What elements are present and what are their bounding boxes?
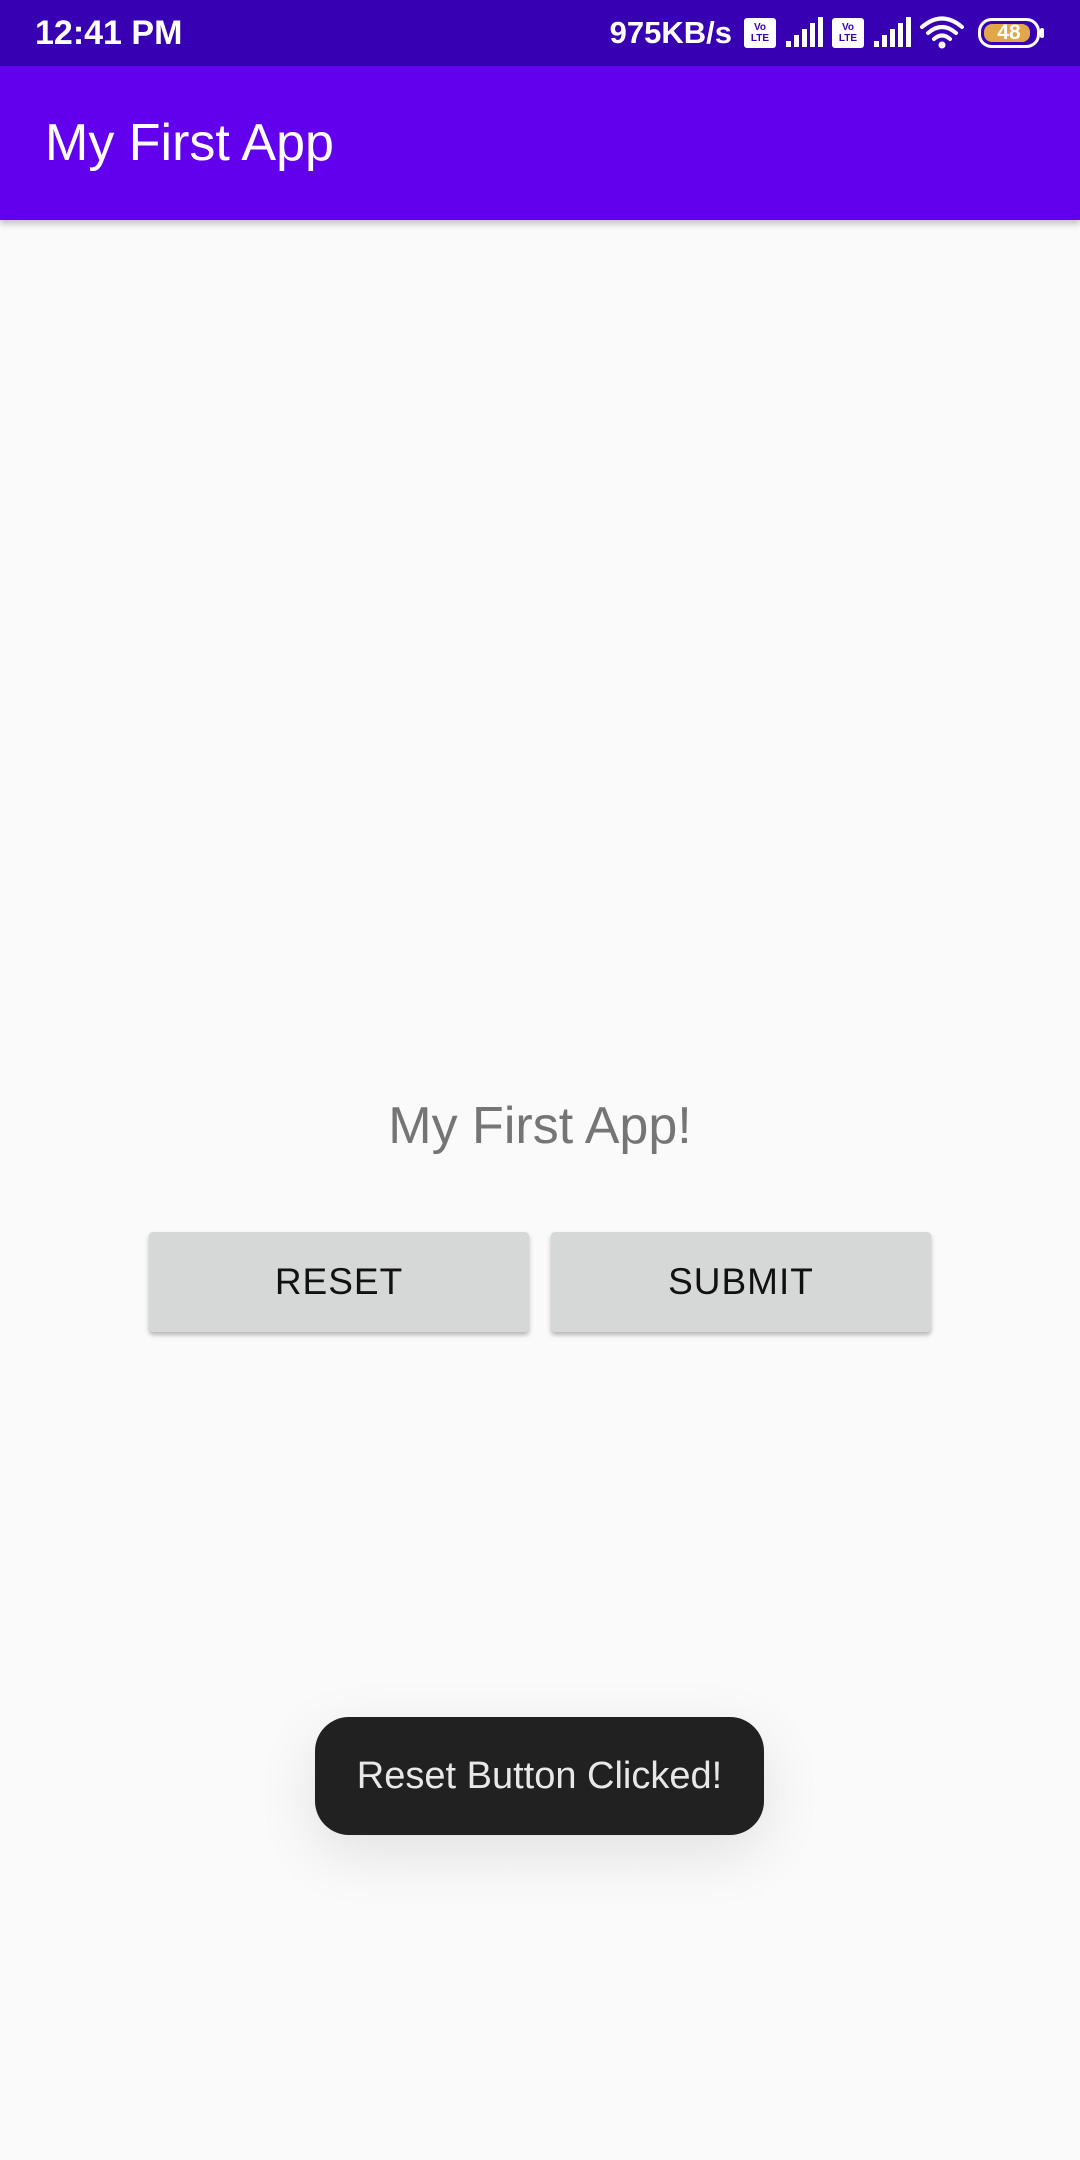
reset-button[interactable]: RESET [149, 1232, 529, 1332]
volte-icon: Vo LTE [832, 18, 864, 48]
volte-bottom-label: LTE [750, 33, 770, 44]
submit-button[interactable]: SUBMIT [551, 1232, 931, 1332]
signal-icon [872, 17, 912, 49]
status-bar: 12:41 PM 975KB/s Vo LTE Vo LTE 48 [0, 0, 1080, 66]
app-bar: My First App [0, 66, 1080, 220]
app-title: My First App [45, 114, 334, 172]
signal-icon [784, 17, 824, 49]
network-speed: 975KB/s [609, 15, 732, 50]
status-icons: 975KB/s Vo LTE Vo LTE 48 [610, 0, 1046, 66]
wifi-icon [920, 16, 964, 50]
volte-top-label: Vo [841, 22, 855, 33]
main-text: My First App! [388, 1097, 692, 1155]
battery-level: 48 [997, 21, 1021, 44]
volte-bottom-label: LTE [838, 33, 858, 44]
toast-message: Reset Button Clicked! [315, 1717, 764, 1835]
battery-icon: 48 [978, 18, 1046, 48]
volte-icon: Vo LTE [744, 18, 776, 48]
volte-top-label: Vo [753, 22, 767, 33]
status-time: 12:41 PM [35, 14, 183, 52]
